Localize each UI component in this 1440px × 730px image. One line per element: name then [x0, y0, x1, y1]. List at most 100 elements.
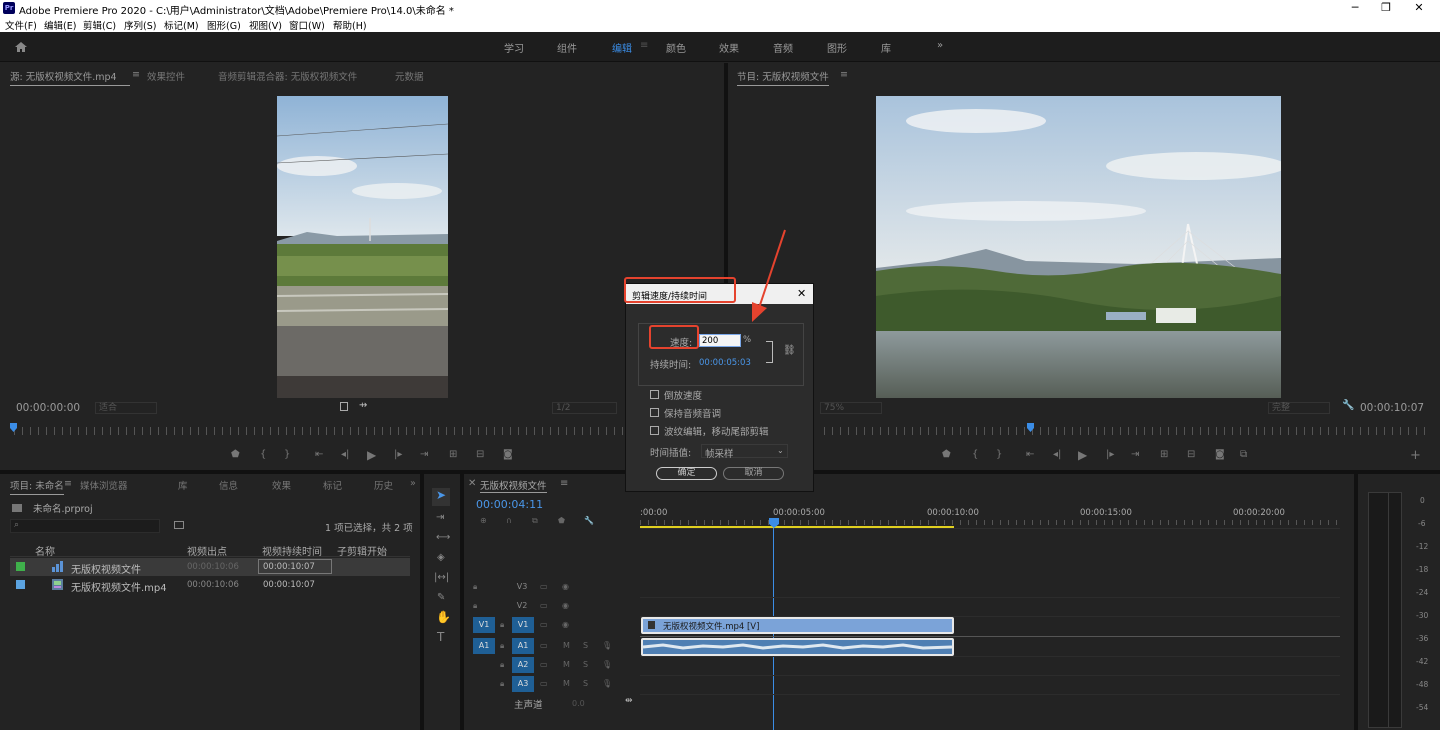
tab-program[interactable]: 节目: 无版权视频文件	[737, 69, 829, 86]
program-go-to-out-icon[interactable]: ⇥	[1131, 449, 1139, 460]
program-mark-in-icon[interactable]: {	[972, 449, 978, 460]
program-ruler[interactable]	[824, 427, 1432, 435]
workspace-libraries[interactable]: 库	[881, 40, 891, 55]
tab-metadata[interactable]: 元数据	[395, 69, 424, 83]
mic-icon[interactable]: 🎙︎	[602, 641, 612, 650]
sync-lock-icon[interactable]: ▭	[540, 660, 548, 669]
timeline-timecode[interactable]: 00:00:04:11	[476, 498, 543, 511]
column-subclip-start[interactable]: 子剪辑开始	[337, 543, 387, 558]
project-more-icon[interactable]: »	[410, 478, 416, 489]
column-video-duration[interactable]: 视频持续时间	[262, 543, 322, 558]
step-back-icon[interactable]: ◂|	[341, 449, 349, 460]
timeline-close-icon[interactable]: ✕	[468, 478, 476, 489]
tab-project[interactable]: 项目: 未命名	[10, 478, 64, 495]
program-go-to-in-icon[interactable]: ⇤	[1026, 449, 1034, 460]
source-settings-icon[interactable]	[340, 402, 348, 411]
wrench-icon[interactable]: 🔧	[1342, 400, 1354, 411]
mute-icon[interactable]: M	[563, 660, 570, 669]
lift-icon[interactable]: ⊞	[1160, 449, 1168, 460]
track-target-v1[interactable]: V1	[512, 617, 534, 633]
new-bin-icon[interactable]	[174, 521, 184, 529]
program-quality-dropdown[interactable]: 完整	[1268, 402, 1330, 414]
link-chain-icon[interactable]: ⛓︎	[783, 345, 796, 356]
time-interpolation-select[interactable]: 帧采样 ⌄	[701, 444, 788, 460]
sync-lock-icon[interactable]: ▭	[540, 582, 548, 591]
timeline-playhead-handle[interactable]	[769, 518, 779, 528]
tab-history[interactable]: 历史	[374, 478, 393, 492]
project-menu-icon[interactable]: ≡	[64, 478, 72, 489]
menu-sequence[interactable]: 序列(S)	[124, 18, 156, 32]
program-zoom-dropdown[interactable]: 75%	[820, 402, 882, 414]
ripple-edit-checkbox[interactable]	[650, 426, 659, 435]
workspace-color[interactable]: 颜色	[666, 40, 686, 55]
source-menu-icon[interactable]: ≡	[132, 69, 140, 80]
program-play-icon[interactable]: ▶	[1078, 448, 1087, 462]
solo-icon[interactable]: S	[583, 641, 588, 650]
program-menu-icon[interactable]: ≡	[840, 69, 848, 80]
project-item-row[interactable]: 无版权视频文件.mp4 00:00:10:06 00:00:10:07	[10, 576, 410, 594]
track-target-a1[interactable]: A1	[512, 638, 534, 654]
snap-icon[interactable]: ∩	[506, 516, 512, 525]
type-tool-icon[interactable]: T	[437, 630, 444, 644]
program-step-forward-icon[interactable]: |▸	[1106, 449, 1114, 460]
tab-effects[interactable]: 效果	[272, 478, 291, 492]
column-video-out[interactable]: 视频出点	[187, 543, 227, 558]
minimize-icon[interactable]: ─	[1348, 1, 1362, 14]
speed-input[interactable]	[699, 334, 741, 347]
duration-value[interactable]: 00:00:05:03	[699, 358, 751, 368]
source-playhead[interactable]	[10, 423, 17, 432]
source-ruler[interactable]	[14, 427, 714, 435]
mic-icon[interactable]: 🎙︎	[602, 679, 612, 688]
nest-icon[interactable]: ⊕	[480, 516, 487, 525]
export-frame-icon[interactable]: ◙	[503, 449, 513, 460]
ripple-edit-tool-icon[interactable]: ⟷	[436, 532, 450, 543]
master-value[interactable]: 0.0	[572, 699, 585, 708]
source-fit-dropdown[interactable]: 适合	[95, 402, 157, 414]
workspace-menu-icon[interactable]: ≡	[640, 40, 648, 51]
sync-lock-icon[interactable]: ▭	[540, 620, 548, 629]
hand-tool-icon[interactable]: ✋	[436, 610, 451, 624]
menu-edit[interactable]: 编辑(E)	[44, 18, 76, 32]
add-button-icon[interactable]: +	[1410, 448, 1421, 463]
sync-lock-icon[interactable]: ▭	[540, 601, 548, 610]
mark-out-icon[interactable]: }	[284, 449, 290, 460]
lock-icon[interactable]: 🔒︎	[473, 582, 477, 592]
label-color-swatch[interactable]	[16, 580, 25, 589]
mute-icon[interactable]: M	[563, 679, 570, 688]
source-patch-a1[interactable]: A1	[473, 638, 495, 654]
workspace-audio[interactable]: 音频	[773, 40, 793, 55]
go-to-out-icon[interactable]: ⇥	[420, 449, 428, 460]
tab-audio-clip-mixer[interactable]: 音频剪辑混合器: 无版权视频文件	[218, 69, 357, 83]
workspace-learning[interactable]: 学习	[504, 40, 524, 55]
menu-window[interactable]: 窗口(W)	[289, 18, 325, 32]
item-duration[interactable]: 00:00:10:07	[258, 559, 332, 574]
pen-tool-icon[interactable]: ✎	[437, 592, 445, 603]
solo-icon[interactable]: S	[583, 660, 588, 669]
tab-markers[interactable]: 标记	[323, 478, 342, 492]
menu-graphics[interactable]: 图形(G)	[207, 18, 241, 32]
lock-icon[interactable]: 🔒︎	[500, 641, 504, 651]
insert-icon[interactable]: ⊞	[449, 449, 457, 460]
tab-media-browser[interactable]: 媒体浏览器	[80, 478, 128, 492]
sync-lock-icon[interactable]: ▭	[540, 641, 548, 650]
menu-view[interactable]: 视图(V)	[249, 18, 282, 32]
program-timecode[interactable]: 00:00:10:07	[1360, 402, 1424, 414]
razor-tool-icon[interactable]: ◈	[437, 552, 445, 563]
lock-icon[interactable]: 🔒︎	[500, 620, 504, 630]
step-forward-icon[interactable]: |▸	[394, 449, 402, 460]
maximize-icon[interactable]: ❐	[1379, 1, 1393, 14]
reverse-speed-checkbox[interactable]	[650, 390, 659, 399]
timeline-marker-icon[interactable]: ⬟	[558, 516, 565, 525]
overwrite-icon[interactable]: ⊟	[476, 449, 484, 460]
item-name[interactable]: 无版权视频文件	[71, 561, 141, 576]
workspace-more-icon[interactable]: »	[937, 40, 943, 51]
menu-help[interactable]: 帮助(H)	[333, 18, 367, 32]
eye-icon[interactable]: ◉	[562, 601, 569, 610]
eye-icon[interactable]: ◉	[562, 620, 569, 629]
tab-source[interactable]: 源: 无版权视频文件.mp4	[10, 69, 130, 86]
play-icon[interactable]: ▶	[367, 448, 376, 462]
lock-icon[interactable]: 🔒︎	[500, 679, 504, 689]
tab-timeline[interactable]: 无版权视频文件	[480, 478, 547, 493]
source-patch-v1[interactable]: V1	[473, 617, 495, 633]
source-timecode[interactable]: 00:00:00:00	[16, 402, 80, 414]
